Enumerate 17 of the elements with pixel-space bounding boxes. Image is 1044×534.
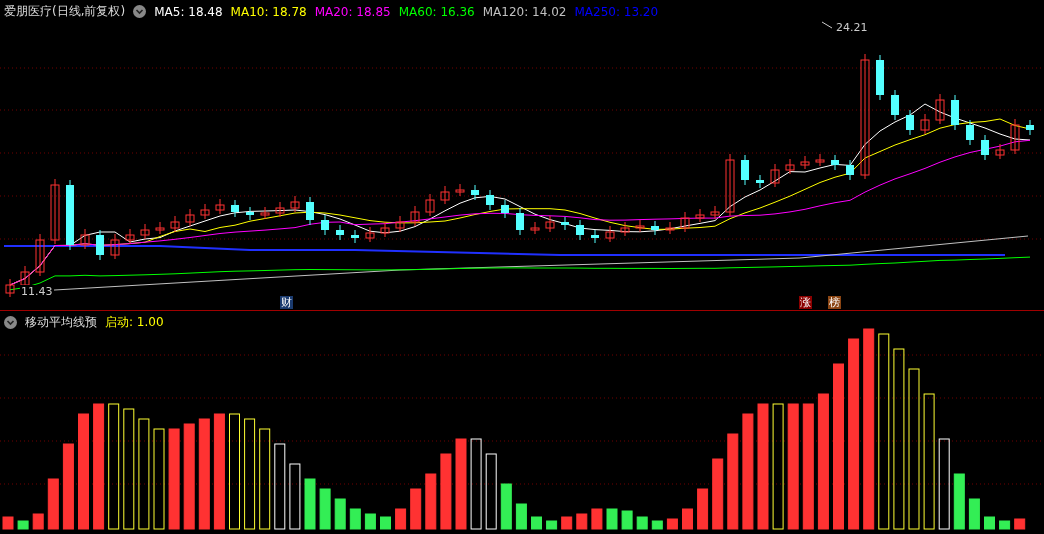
indicator-parameter: 启动: 1.00	[105, 314, 164, 331]
stock-title: 爱朋医疗(日线,前复权)	[4, 3, 126, 20]
ma-legend-label: MA10: 18.78	[230, 4, 307, 19]
dropdown-icon[interactable]	[133, 5, 147, 18]
event-marker[interactable]: 涨	[799, 296, 812, 309]
ma-legend-label: MA120: 14.02	[482, 4, 567, 19]
ma-legend-label: MA20: 18.85	[314, 4, 391, 19]
ma-legend-label: MA60: 16.36	[398, 4, 475, 19]
indicator-name: 移动平均线预	[25, 314, 97, 331]
low-price-label: 11.43	[20, 285, 54, 298]
ma-legend-label: MA250: 13.20	[574, 4, 659, 19]
ma-legend-label: MA5: 18.48	[154, 4, 223, 19]
leader-line	[821, 21, 833, 29]
dropdown-icon[interactable]	[4, 316, 17, 329]
high-price-label: 24.21	[835, 21, 869, 34]
event-marker[interactable]: 榜	[828, 296, 841, 309]
event-marker[interactable]: 财	[280, 296, 293, 309]
